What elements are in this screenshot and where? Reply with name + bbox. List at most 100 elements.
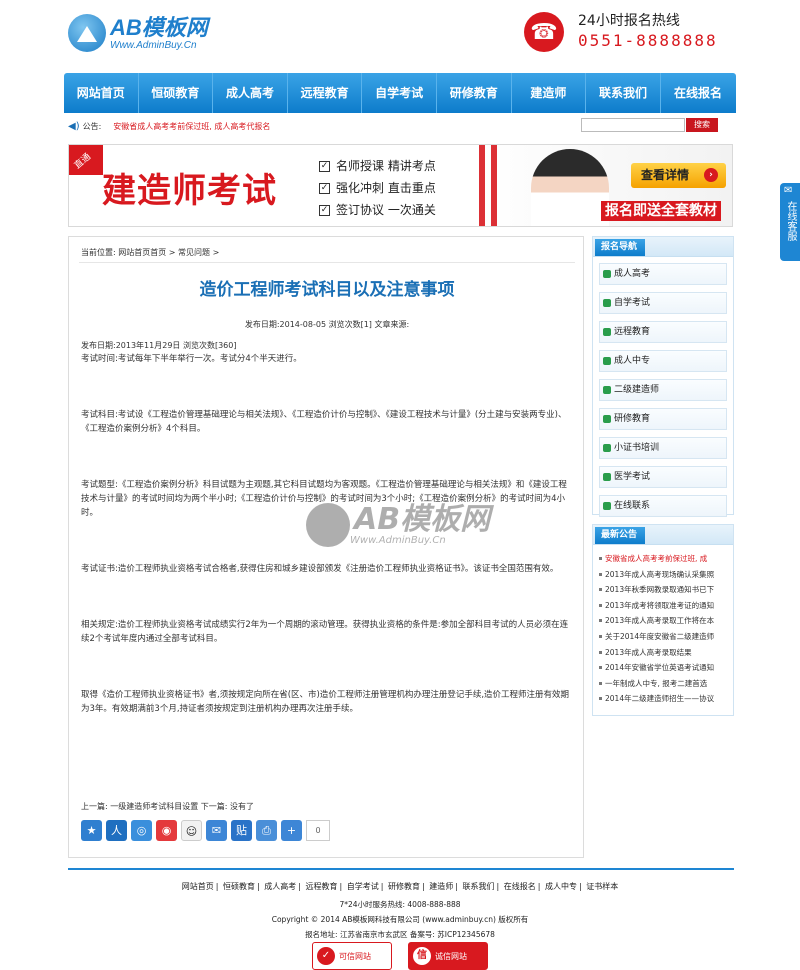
logo-icon [68, 14, 106, 52]
sidebar-item-research[interactable]: 研修教育 [599, 408, 727, 430]
hotline: ☎ 24小时报名热线 0551-8888888 [524, 12, 718, 52]
tieba-share-icon[interactable]: 贴 [231, 820, 252, 841]
news-item[interactable]: 关于2014年度安徽省二级建造师 [597, 629, 729, 645]
banner-bottom-text: 报名即送全套教材 [601, 201, 721, 221]
arrow-right-icon: › [704, 168, 718, 182]
breadcrumb[interactable]: 当前位置: 网站首页首页 > 常见问题 > [81, 247, 219, 258]
sidebar-item-constructor-2[interactable]: 二级建造师 [599, 379, 727, 401]
notice-label: 公告: [82, 121, 102, 131]
news-item[interactable]: 2013年成考将领取准考证的通知 [597, 598, 729, 614]
banner-tag: 直通 [69, 145, 103, 175]
news-item[interactable]: 2014年安徽省学位英语考试通知 [597, 660, 729, 676]
article-paragraph: 考试证书:造价工程师执业资格考试合格者,获得住房和城乡建设部颁发《注册造价工程师… [81, 564, 559, 574]
site-logo[interactable]: AB模板网 Www.AdminBuy.Cn [68, 14, 208, 52]
sidebar-item-contact[interactable]: 在线联系 [599, 495, 727, 517]
footer-link[interactable]: 成人高考 [264, 882, 296, 891]
article-paragraph: 相关规定:造价工程师执业资格考试成绩实行2年为一个周期的滚动管理。获得执业资格的… [81, 620, 569, 644]
promo-banner[interactable]: 直通 建造师考试 ✓ 名师授课 精讲考点 ✓ 强化冲刺 直击重点 ✓ 签订协议 一次通… [68, 144, 733, 227]
logo-subtitle: Www.AdminBuy.Cn [110, 39, 197, 51]
news-item[interactable]: 2013年成人高考录取工作将在本 [597, 613, 729, 629]
article-info: 发布日期:2013年11月29日 浏览次数[360] [81, 341, 237, 350]
doc-icon [603, 473, 611, 481]
check-icon: ✓ [319, 161, 330, 172]
check-icon: ✓ [319, 205, 330, 216]
sidebar-item-self-study[interactable]: 自学考试 [599, 292, 727, 314]
logo-title: AB模板网 [110, 14, 208, 40]
sidebar-item-adult-exam[interactable]: 成人高考 [599, 263, 727, 285]
nav-item-register[interactable]: 在线报名 [661, 73, 736, 113]
article-body: 考试时间:考试每年下半年举行一次。考试分4个半天进行。 考试科目:考试设《工程造… [81, 352, 571, 758]
more-share-icon[interactable]: + [281, 820, 302, 841]
sidebar-item-adult-secondary[interactable]: 成人中专 [599, 350, 727, 372]
banner-stripes [479, 145, 499, 226]
print-icon[interactable]: ⎙ [256, 820, 277, 841]
watermark-logo: AB模板网 Www.AdminBuy.Cn [306, 503, 490, 547]
nav-item-adult-exam[interactable]: 成人高考 [213, 73, 288, 113]
nav-item-research[interactable]: 研修教育 [437, 73, 512, 113]
footer-link[interactable]: 恒硕教育 [223, 882, 255, 891]
banner-point: 名师授课 精讲考点 [336, 159, 436, 173]
sidebar-news-box: 最新公告 安徽省成人高考考前保过班, 成 2013年成人高考现场确认采集照 20… [592, 524, 734, 716]
prev-next-links[interactable]: 上一篇: 一级建造师考试科目设置 下一篇: 没有了 [81, 801, 254, 812]
nav-item-contact[interactable]: 联系我们 [586, 73, 661, 113]
search-button[interactable]: 搜索 [686, 118, 718, 132]
notice-text[interactable]: 安徽省成人高考考前保过班, 成人高考代报名 [113, 121, 270, 132]
header: AB模板网 Www.AdminBuy.Cn ☎ 24小时报名热线 0551-88… [0, 0, 800, 72]
sidebar-news-header: 最新公告 [593, 525, 733, 545]
nav-item-home[interactable]: 网站首页 [64, 73, 139, 113]
online-service-float[interactable]: ✉ 在线客服 [780, 183, 800, 261]
footer-links: 网站首页 | 恒硕教育 | 成人高考 | 远程教育 | 自学考试 | 研修教育 | 建造师 |… [181, 882, 619, 891]
nav-item-constructor[interactable]: 建造师 [512, 73, 587, 113]
footer-link[interactable]: 联系我们 [463, 882, 495, 891]
news-item[interactable]: 2013年秋季网教录取通知书已下 [597, 582, 729, 598]
footer-link[interactable]: 成人中专 [545, 882, 577, 891]
sidebar-nav-box: 报名导航 成人高考 自学考试 远程教育 成人中专 二级建造师 研修教育 小证书培… [592, 236, 734, 517]
footer-service: 7*24小时服务热线: 4008-888-888 [339, 900, 461, 909]
badge-icon: 信 [413, 947, 431, 965]
footer-link[interactable]: 证书样本 [586, 882, 618, 891]
divider [79, 262, 575, 263]
qq-share-icon[interactable]: ☺ [181, 820, 202, 841]
notice-bar: ◀) 公告: 安徽省成人高考考前保过班, 成人高考代报名 搜索 [68, 118, 736, 134]
footer-link[interactable]: 网站首页 [182, 882, 214, 891]
nav-item-hengshuo[interactable]: 恒硕教育 [139, 73, 214, 113]
renren-share-icon[interactable]: 人 [106, 820, 127, 841]
news-item[interactable]: 2013年成人高考录取结果 [597, 645, 729, 661]
hotline-number: 0551-8888888 [578, 31, 718, 50]
sidebar-item-medical[interactable]: 医学考试 [599, 466, 727, 488]
banner-student-image [531, 149, 609, 226]
news-item[interactable]: 安徽省成人高考考前保过班, 成 [597, 551, 729, 567]
trusted-site-badge[interactable]: ✓ 可信网站 [312, 942, 392, 970]
footer-link[interactable]: 研修教育 [388, 882, 420, 891]
news-item[interactable]: 一年制成人中专, 报考二建首选 [597, 676, 729, 692]
favorite-share-icon[interactable]: ★ [81, 820, 102, 841]
chat-icon: ✉ [784, 185, 793, 196]
phone-icon: ☎ [524, 12, 564, 52]
kaixin-share-icon[interactable]: ◎ [131, 820, 152, 841]
banner-details-button[interactable]: 查看详情 › [631, 163, 726, 188]
check-icon: ✓ [319, 183, 330, 194]
weibo-share-icon[interactable]: ◉ [156, 820, 177, 841]
doc-icon [603, 502, 611, 510]
article-meta: 发布日期:2014-08-05 浏览次数[1] 文章来源: [244, 320, 410, 329]
doc-icon [603, 328, 611, 336]
footer-link[interactable]: 自学考试 [347, 882, 379, 891]
sidebar-item-distance[interactable]: 远程教育 [599, 321, 727, 343]
search-input[interactable] [581, 118, 685, 132]
footer-link[interactable]: 建造师 [429, 882, 453, 891]
footer-link[interactable]: 远程教育 [306, 882, 338, 891]
news-item[interactable]: 2013年成人高考现场确认采集照 [597, 567, 729, 583]
nav-item-distance[interactable]: 远程教育 [288, 73, 363, 113]
credit-site-badge[interactable]: 信诚信网站 [408, 942, 488, 970]
news-item[interactable]: 2014年二级建造师招生——协议 [597, 691, 729, 707]
nav-item-self-study[interactable]: 自学考试 [362, 73, 437, 113]
email-share-icon[interactable]: ✉ [206, 820, 227, 841]
hotline-label: 24小时报名热线 [578, 13, 680, 29]
doc-icon [603, 357, 611, 365]
footer-address: 报名地址: 江苏省南京市玄武区 备案号: 苏ICP12345678 [305, 930, 495, 939]
speaker-icon: ◀) [68, 120, 80, 132]
watermark-icon [306, 503, 350, 547]
footer-divider [68, 868, 734, 870]
footer-link[interactable]: 在线报名 [504, 882, 536, 891]
sidebar-item-certificate[interactable]: 小证书培训 [599, 437, 727, 459]
